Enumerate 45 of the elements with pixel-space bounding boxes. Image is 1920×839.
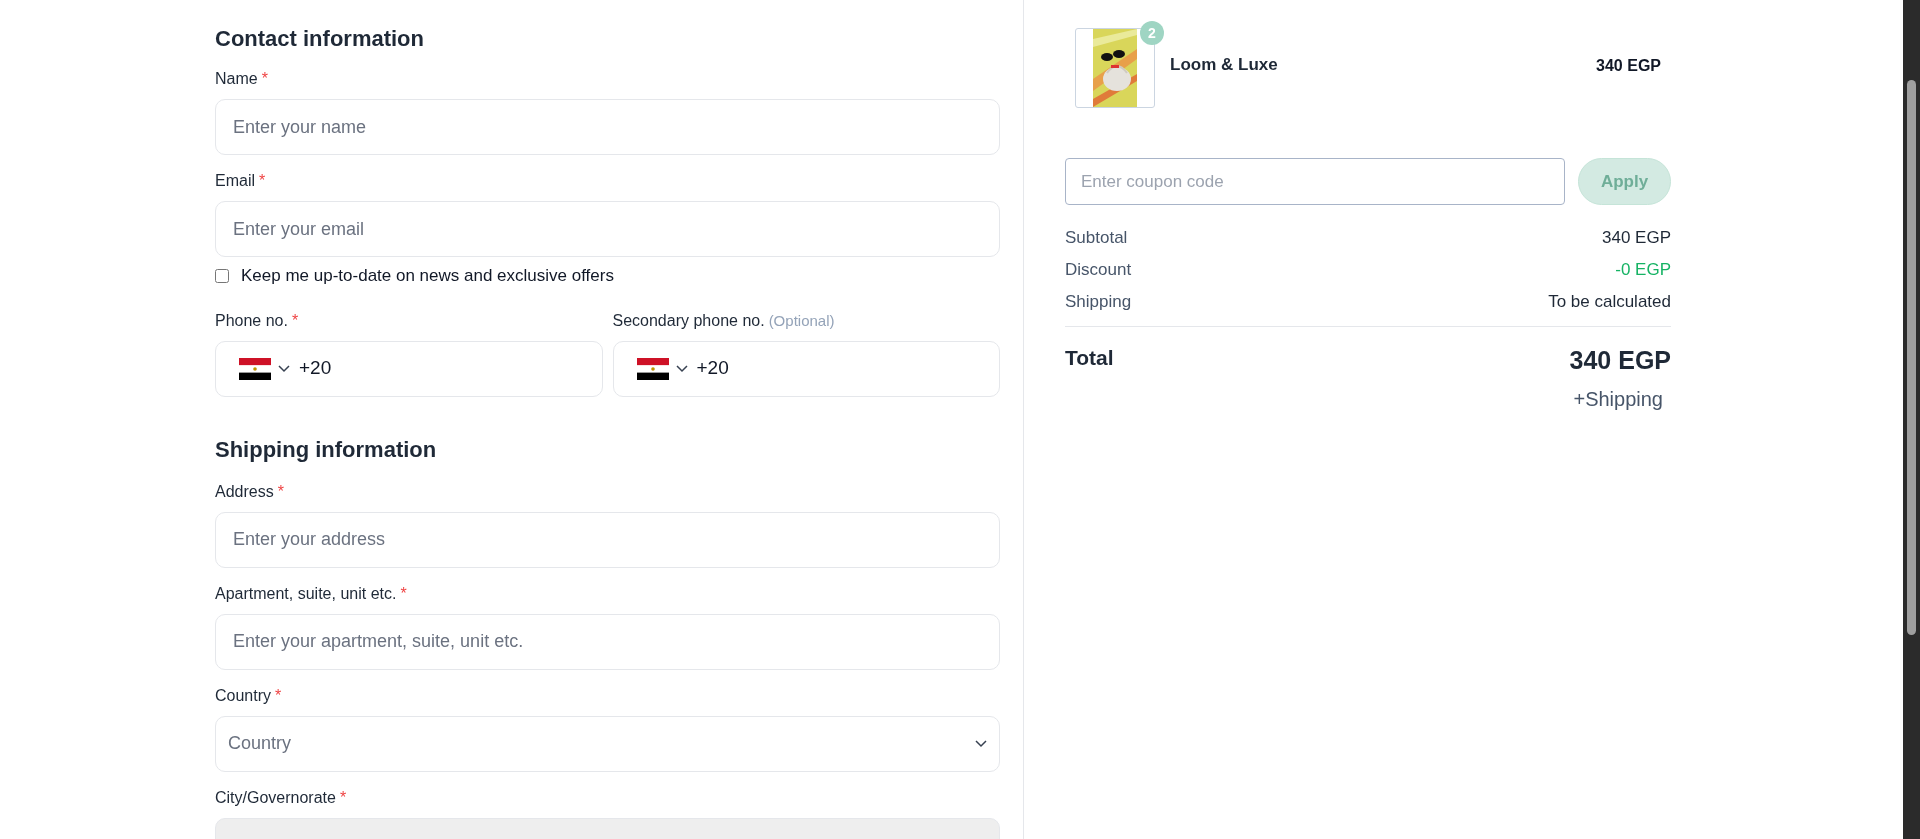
- summary-label: Discount: [1065, 259, 1132, 282]
- total-label: Total: [1065, 345, 1114, 371]
- field-label: Email: [215, 171, 255, 191]
- checkbox-label: Keep me up-to-date on news and exclusive offers: [241, 265, 614, 287]
- chevron-down-icon: [278, 364, 290, 373]
- summary-value: To be calculated: [1548, 291, 1671, 314]
- required-mark: *: [277, 481, 284, 502]
- input-field[interactable]: Enter your apartment, suite, unit etc.: [215, 613, 1000, 670]
- chevron-down-icon: [675, 364, 688, 373]
- optional-note: (Optional): [768, 310, 835, 331]
- summary-value: -0 EGP: [1615, 259, 1671, 282]
- phone-field[interactable]: +20: [215, 340, 603, 397]
- input-field[interactable]: Enter your address: [215, 511, 1000, 568]
- field-label: Secondary phone no.: [612, 310, 765, 331]
- summary-value: 340 EGP: [1602, 227, 1671, 250]
- field-label: City/Governorate: [215, 787, 336, 808]
- field-label: Apartment, suite, unit etc.: [215, 583, 397, 604]
- shipping-note: +Shipping: [1573, 386, 1663, 412]
- field-label: Country: [215, 685, 272, 706]
- section-heading: Contact information: [215, 25, 425, 53]
- chevron-down-icon: [975, 739, 987, 748]
- required-mark: *: [275, 685, 282, 706]
- required-mark: *: [261, 69, 268, 89]
- newsletter-checkbox[interactable]: [215, 268, 229, 283]
- required-mark: *: [259, 171, 266, 191]
- select-field[interactable]: Country: [215, 715, 1000, 772]
- summary-label: Subtotal: [1065, 227, 1128, 250]
- product-price: 340 EGP: [1596, 56, 1661, 76]
- field-label: Address: [215, 481, 274, 502]
- summary-label: Shipping: [1065, 291, 1132, 314]
- product-name: Loom & Luxe: [1170, 54, 1278, 76]
- section-heading: Shipping information: [215, 435, 438, 464]
- input-field[interactable]: Enter your name: [215, 99, 1000, 155]
- required-mark: *: [339, 787, 347, 808]
- quantity-badge: 2: [1140, 21, 1164, 45]
- egypt-flag-icon: [636, 357, 669, 380]
- required-mark: *: [291, 310, 299, 331]
- field-label: Name: [215, 69, 258, 89]
- phone-field[interactable]: +20: [612, 340, 1000, 397]
- egypt-flag-icon: [239, 357, 271, 380]
- input-field[interactable]: Enter your email: [215, 201, 1000, 257]
- field-label: Phone no.: [215, 310, 288, 331]
- required-mark: *: [400, 583, 407, 604]
- total-value: 340 EGP: [1569, 345, 1671, 376]
- scrollbar-thumb[interactable]: [1907, 80, 1916, 635]
